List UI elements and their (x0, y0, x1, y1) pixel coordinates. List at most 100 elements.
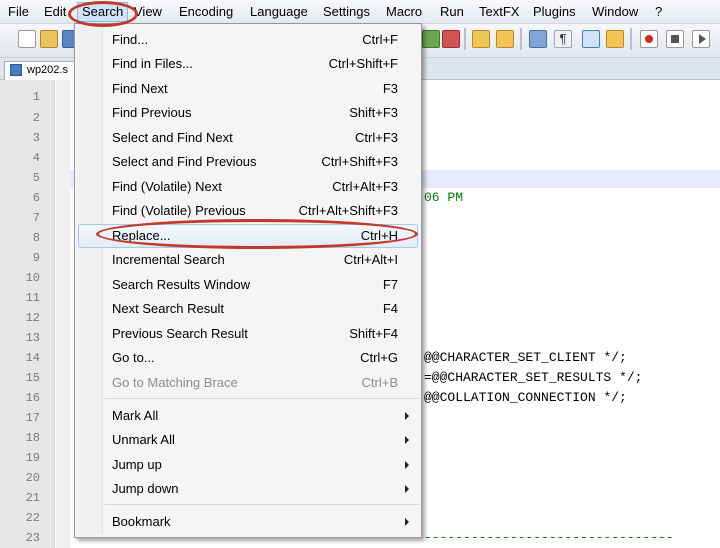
line-number: 11 (25, 291, 40, 305)
word-wrap-icon[interactable] (529, 30, 547, 48)
menu-file[interactable]: File (8, 4, 29, 20)
line-number: 2 (32, 111, 40, 125)
line-number: 21 (25, 491, 40, 505)
play-macro-icon[interactable] (692, 30, 710, 48)
menu-window[interactable]: Window (592, 4, 638, 20)
record-macro-icon[interactable] (640, 30, 658, 48)
line-number: 7 (32, 211, 40, 225)
toolbar-separator (464, 28, 466, 50)
menu-macro[interactable]: Macro (386, 4, 422, 20)
menu-plugins[interactable]: Plugins (533, 4, 576, 20)
menu-language[interactable]: Language (250, 4, 308, 20)
line-number: 3 (32, 131, 40, 145)
menu-item-label: Find... (112, 32, 149, 47)
menu-separator (105, 504, 419, 505)
menu-item-find-volatile-previous[interactable]: Find (Volatile) Previous Ctrl+Alt+Shift+… (75, 199, 421, 223)
menu-item-label: Replace... (112, 228, 171, 243)
menu-item-jump-up[interactable]: Jump up (75, 453, 421, 477)
document-tab[interactable]: wp202.s (4, 61, 82, 80)
menu-item-shortcut: Ctrl+H (360, 228, 398, 243)
menu-item-mark-all[interactable]: Mark All (75, 404, 421, 428)
menu-item-incremental-search[interactable]: Incremental Search Ctrl+Alt+I (75, 248, 421, 272)
line-number: 20 (25, 471, 40, 485)
line-number: 5 (32, 171, 40, 185)
menu-search[interactable]: Search (77, 2, 129, 22)
submenu-arrow-icon (405, 518, 409, 526)
zoom-out-icon[interactable] (496, 30, 514, 48)
menu-item-go-to[interactable]: Go to... Ctrl+G (75, 346, 421, 370)
indent-guide-icon[interactable] (582, 30, 600, 48)
pilcrow-icon[interactable]: ¶ (554, 30, 572, 48)
menu-item-label: Next Search Result (112, 301, 224, 316)
line-number: 6 (32, 191, 40, 205)
menu-encoding[interactable]: Encoding (179, 4, 233, 20)
menu-item-shortcut: Ctrl+Shift+F3 (321, 154, 398, 169)
toolbar-separator (520, 28, 522, 50)
menu-textfx[interactable]: TextFX (479, 4, 519, 20)
code-line-16: @@COLLATION_CONNECTION */; (424, 390, 627, 405)
search-menu: Find... Ctrl+F Find in Files... Ctrl+Shi… (74, 23, 422, 538)
menu-edit[interactable]: Edit (44, 4, 66, 20)
line-number: 17 (25, 411, 40, 425)
menu-item-find-next[interactable]: Find Next F3 (75, 77, 421, 101)
code-line-15: =@@CHARACTER_SET_RESULTS */; (424, 370, 643, 385)
menu-item-select-and-find-previous[interactable]: Select and Find Previous Ctrl+Shift+F3 (75, 150, 421, 174)
code-line-6: 06 PM (424, 190, 464, 205)
code-line-14: @@CHARACTER_SET_CLIENT */; (424, 350, 627, 365)
menu-item-label: Jump up (112, 457, 162, 472)
menu-item-go-to-matching-brace: Go to Matching Brace Ctrl+B (75, 371, 421, 395)
toolbar-separator (630, 28, 632, 50)
menu-item-replace[interactable]: Replace... Ctrl+H (78, 224, 418, 248)
line-number: 8 (32, 231, 40, 245)
submenu-arrow-icon (405, 461, 409, 469)
menu-item-label: Mark All (112, 408, 159, 423)
line-number: 23 (25, 531, 40, 545)
line-number: 18 (25, 431, 40, 445)
open-file-icon[interactable] (40, 30, 58, 48)
menu-item-shortcut: Ctrl+F (362, 32, 398, 47)
stop-macro-icon[interactable] (666, 30, 684, 48)
menu-item-find[interactable]: Find... Ctrl+F (75, 28, 421, 52)
menu-view[interactable]: View (134, 4, 162, 20)
menu-item-shortcut: Ctrl+Shift+F (328, 56, 398, 71)
sync-scroll-icon[interactable] (422, 30, 440, 48)
zoom-in-icon[interactable] (472, 30, 490, 48)
menu-item-label: Find (Volatile) Next (112, 179, 222, 194)
menu-item-unmark-all[interactable]: Unmark All (75, 428, 421, 452)
menu-item-label: Incremental Search (112, 252, 225, 267)
menu-item-label: Search Results Window (112, 277, 250, 292)
menu-item-find-in-files[interactable]: Find in Files... Ctrl+Shift+F (75, 52, 421, 76)
menu-item-find-volatile-next[interactable]: Find (Volatile) Next Ctrl+Alt+F3 (75, 175, 421, 199)
menu-item-jump-down[interactable]: Jump down (75, 477, 421, 501)
line-number: 22 (25, 511, 40, 525)
menu-settings[interactable]: Settings (323, 4, 370, 20)
menu-item-search-results-window[interactable]: Search Results Window F7 (75, 273, 421, 297)
menu-separator (105, 398, 419, 399)
menu-item-label: Find (Volatile) Previous (112, 203, 246, 218)
menu-item-shortcut: F7 (382, 277, 398, 292)
menu-help[interactable]: ? (655, 4, 662, 20)
menu-item-bookmark[interactable]: Bookmark (75, 510, 421, 534)
menu-item-label: Select and Find Next (112, 130, 233, 145)
mark-icon[interactable] (442, 30, 460, 48)
menu-item-next-search-result[interactable]: Next Search Result F4 (75, 297, 421, 321)
menu-run[interactable]: Run (440, 4, 464, 20)
menu-item-previous-search-result[interactable]: Previous Search Result Shift+F4 (75, 322, 421, 346)
line-number-gutter: 1 2 3 4 5 6 7 8 9 10 11 12 13 14 15 16 1… (0, 80, 55, 548)
fold-margin (56, 80, 70, 548)
line-number: 4 (32, 151, 40, 165)
menu-bar: File Edit Search View Encoding Language … (0, 0, 720, 24)
menu-item-label: Jump down (112, 481, 179, 496)
menu-item-select-and-find-next[interactable]: Select and Find Next Ctrl+F3 (75, 126, 421, 150)
menu-item-label: Find Next (112, 81, 168, 96)
menu-item-shortcut: Ctrl+Alt+Shift+F3 (298, 203, 398, 218)
folder-icon[interactable] (606, 30, 624, 48)
line-number: 15 (25, 371, 40, 385)
menu-item-shortcut: Ctrl+B (361, 375, 398, 390)
submenu-arrow-icon (405, 436, 409, 444)
submenu-arrow-icon (405, 412, 409, 420)
menu-item-find-previous[interactable]: Find Previous Shift+F3 (75, 101, 421, 125)
line-number: 10 (25, 271, 40, 285)
menu-item-shortcut: F4 (382, 301, 398, 316)
new-file-icon[interactable] (18, 30, 36, 48)
